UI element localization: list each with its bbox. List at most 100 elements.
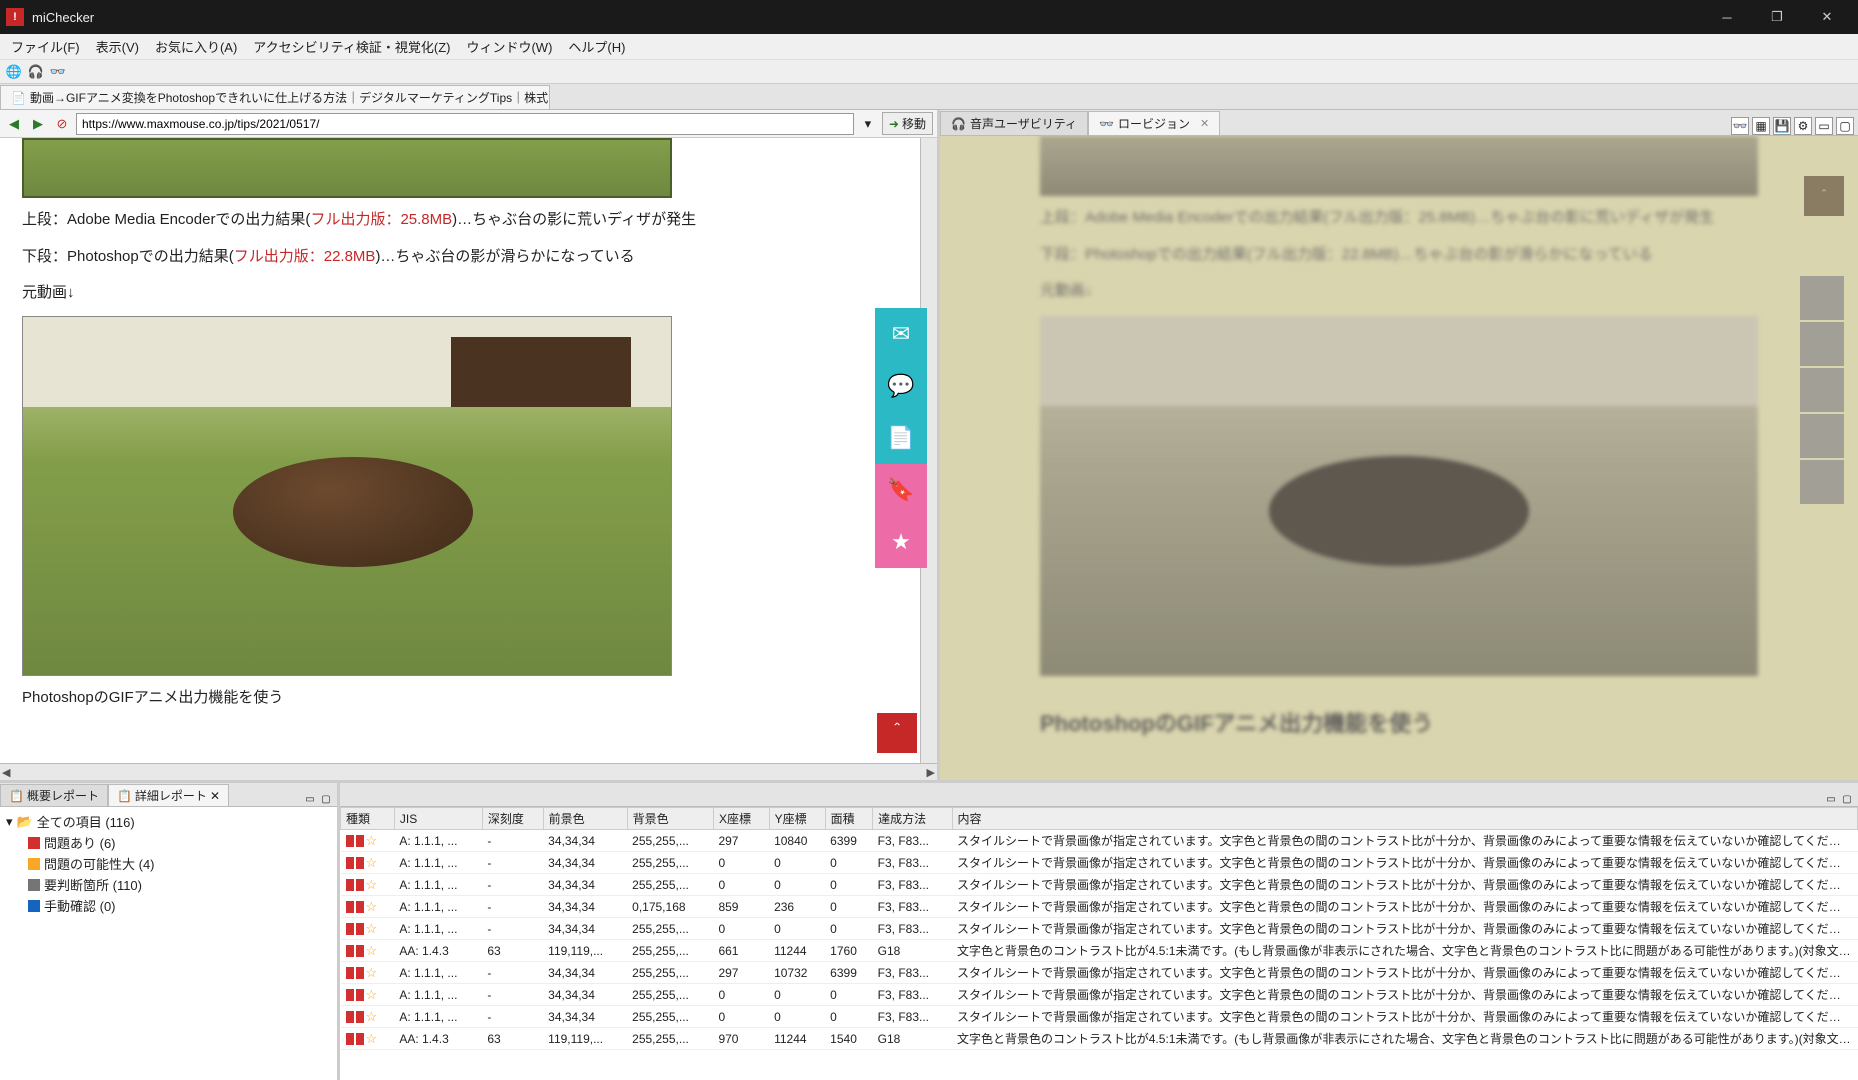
go-button[interactable]: ➜移動 [882, 112, 933, 135]
table-row[interactable]: ☆A: 1.1.1, ...-34,34,340,175,1688592360F… [341, 896, 1858, 918]
menu-accessibility[interactable]: アクセシビリティ検証・視覚化(Z) [246, 34, 457, 59]
col-y[interactable]: Y座標 [769, 808, 825, 830]
tree-manual[interactable]: 手動確認 (0) [28, 895, 331, 916]
close-tab-icon[interactable]: ✕ [210, 789, 220, 803]
tab-low-vision[interactable]: 👓ロービジョン✕ [1088, 111, 1220, 135]
lv-back-to-top[interactable]: ＾ [1804, 176, 1844, 216]
bottom-panel: 📋概要レポート 📋詳細レポート✕ ▭▢ ▾📂全ての項目 (116) 問題あり (… [0, 780, 1858, 1080]
issues-table: 種類 JIS 深刻度 前景色 背景色 X座標 Y座標 面積 達成方法 内容 ☆A… [340, 807, 1858, 1050]
page-tab-title: 動画→GIFアニメ変換をPhotoshopできれいに仕上げる方法｜デジタルマーケ… [30, 89, 550, 106]
col-tech[interactable]: 達成方法 [873, 808, 952, 830]
tab-summary-report[interactable]: 📋概要レポート [0, 784, 108, 806]
lv-floating-sidebar [1800, 276, 1844, 506]
menu-favorites[interactable]: お気に入り(A) [148, 34, 244, 59]
menu-help[interactable]: ヘルプ(H) [561, 34, 632, 59]
globe-icon[interactable]: 🌐 [6, 64, 22, 80]
orange-square-icon [28, 858, 40, 870]
left-pane: ◀ ▶ ⊘ ▾ ➜移動 上段：Adobe Media Encoderでの出力結果… [0, 110, 940, 780]
app-icon: ! [6, 8, 24, 26]
close-tab-icon[interactable]: ✕ [1200, 117, 1209, 130]
table-row[interactable]: ☆A: 1.1.1, ...-34,34,34255,255,...297107… [341, 962, 1858, 984]
save-icon[interactable]: 💾 [1773, 117, 1791, 135]
headphones-icon: 🎧 [951, 117, 966, 131]
glasses-toggle-icon[interactable]: 👓 [1731, 117, 1749, 135]
col-area[interactable]: 面積 [825, 808, 872, 830]
blue-square-icon [28, 900, 40, 912]
table-row[interactable]: ☆A: 1.1.1, ...-34,34,34255,255,...000F3,… [341, 1006, 1858, 1028]
right-tabrow: 🎧音声ユーザビリティ 👓ロービジョン✕ 👓 ▦ 💾 ⚙ ▭ ▢ [940, 110, 1858, 136]
col-type[interactable]: 種類 [341, 808, 395, 830]
minimize-pane-icon[interactable]: ▭ [1824, 792, 1838, 806]
forward-button[interactable]: ▶ [28, 114, 48, 134]
right-pane: 🎧音声ユーザビリティ 👓ロービジョン✕ 👓 ▦ 💾 ⚙ ▭ ▢ 上段：Adobe… [940, 110, 1858, 780]
doc-icon[interactable]: 📄 [875, 412, 927, 464]
chat-icon[interactable]: 💬 [875, 360, 927, 412]
article-heading: PhotoshopのGIFアニメ出力機能を使う [22, 684, 925, 713]
tree-root[interactable]: ▾📂全ての項目 (116) [6, 811, 331, 832]
back-button[interactable]: ◀ [4, 114, 24, 134]
maximize-button[interactable]: ❐ [1752, 0, 1802, 34]
article-line1: 上段：Adobe Media Encoderでの出力結果(フル出力版：25.8M… [22, 206, 925, 235]
red-square-icon [28, 837, 40, 849]
article-line3: 元動画↓ [22, 279, 925, 308]
star-icon[interactable]: ★ [875, 516, 927, 568]
maximize-pane-icon[interactable]: ▢ [1836, 117, 1854, 135]
url-input[interactable] [76, 113, 854, 135]
table-row[interactable]: ☆A: 1.1.1, ...-34,34,34255,255,...000F3,… [341, 852, 1858, 874]
menu-view[interactable]: 表示(V) [89, 34, 146, 59]
table-row[interactable]: ☆AA: 1.4.363119,119,...255,255,...970112… [341, 1028, 1858, 1050]
article-image-top [22, 138, 672, 198]
glasses-icon: 👓 [1099, 117, 1114, 131]
headphones-icon[interactable]: 🎧 [28, 64, 44, 80]
minimize-button[interactable]: ─ [1702, 0, 1752, 34]
stop-button[interactable]: ⊘ [52, 114, 72, 134]
floating-sidebar: ✉ 💬 📄 🔖 ★ [875, 308, 927, 568]
detail-table-pane: ▭▢ 種類 JIS 深刻度 前景色 背景色 X座標 Y座標 面積 達成方法 内容… [340, 783, 1858, 1080]
tab-detail-report[interactable]: 📋詳細レポート✕ [108, 784, 229, 806]
table-row[interactable]: ☆A: 1.1.1, ...-34,34,34255,255,...000F3,… [341, 874, 1858, 896]
bookmark-icon[interactable]: 🔖 [875, 464, 927, 516]
toolbar: 🌐 🎧 👓 [0, 60, 1858, 84]
mail-icon[interactable]: ✉ [875, 308, 927, 360]
address-row: ◀ ▶ ⊘ ▾ ➜移動 [0, 110, 937, 138]
table-row[interactable]: ☆A: 1.1.1, ...-34,34,34255,255,...000F3,… [341, 918, 1858, 940]
col-bg[interactable]: 背景色 [627, 808, 713, 830]
col-severity[interactable]: 深刻度 [482, 808, 543, 830]
back-to-top-button[interactable]: ＾ [877, 713, 917, 753]
maximize-pane-icon[interactable]: ▢ [319, 792, 333, 806]
tree-possible[interactable]: 問題の可能性大 (4) [28, 853, 331, 874]
page-tab[interactable]: 📄 動画→GIFアニメ変換をPhotoshopできれいに仕上げる方法｜デジタルマ… [0, 85, 550, 109]
col-x[interactable]: X座標 [713, 808, 769, 830]
app-title: miChecker [32, 10, 1702, 25]
col-fg[interactable]: 前景色 [543, 808, 627, 830]
maximize-pane-icon[interactable]: ▢ [1840, 792, 1854, 806]
low-vision-preview: 上段：Adobe Media Encoderでの出力結果(フル出力版：25.8M… [940, 136, 1858, 780]
titlebar: ! miChecker ─ ❐ ✕ [0, 0, 1858, 34]
table-row[interactable]: ☆A: 1.1.1, ...-34,34,34255,255,...297108… [341, 830, 1858, 852]
glasses-icon[interactable]: 👓 [50, 64, 66, 80]
tree-judge[interactable]: 要判断箇所 (110) [28, 874, 331, 895]
article-line2: 下段：Photoshopでの出力結果(フル出力版：22.8MB)…ちゃぶ台の影が… [22, 243, 925, 272]
tree-problem[interactable]: 問題あり (6) [28, 832, 331, 853]
menu-file[interactable]: ファイル(F) [4, 34, 87, 59]
minimize-pane-icon[interactable]: ▭ [1815, 117, 1833, 135]
issue-tree: ▾📂全ての項目 (116) 問題あり (6) 問題の可能性大 (4) 要判断箇所… [0, 807, 337, 1080]
grid-icon[interactable]: ▦ [1752, 117, 1770, 135]
tab-audio-usability[interactable]: 🎧音声ユーザビリティ [940, 111, 1088, 135]
report-icon: 📋 [9, 789, 24, 803]
browser-content: 上段：Adobe Media Encoderでの出力結果(フル出力版：25.8M… [0, 138, 937, 763]
tree-pane: 📋概要レポート 📋詳細レポート✕ ▭▢ ▾📂全ての項目 (116) 問題あり (… [0, 783, 340, 1080]
report-icon: 📋 [117, 789, 132, 803]
close-button[interactable]: ✕ [1802, 0, 1852, 34]
scrollbar-horizontal[interactable]: ◀▶ [0, 763, 937, 780]
col-jis[interactable]: JIS [394, 808, 482, 830]
gear-icon[interactable]: ⚙ [1794, 117, 1812, 135]
menu-window[interactable]: ウィンドウ(W) [459, 34, 559, 59]
folder-icon: 📂 [17, 814, 33, 830]
grey-square-icon [28, 879, 40, 891]
table-row[interactable]: ☆A: 1.1.1, ...-34,34,34255,255,...000F3,… [341, 984, 1858, 1006]
dropdown-icon[interactable]: ▾ [858, 114, 878, 134]
minimize-pane-icon[interactable]: ▭ [303, 792, 317, 806]
col-content[interactable]: 内容 [952, 808, 1858, 830]
table-row[interactable]: ☆AA: 1.4.363119,119,...255,255,...661112… [341, 940, 1858, 962]
